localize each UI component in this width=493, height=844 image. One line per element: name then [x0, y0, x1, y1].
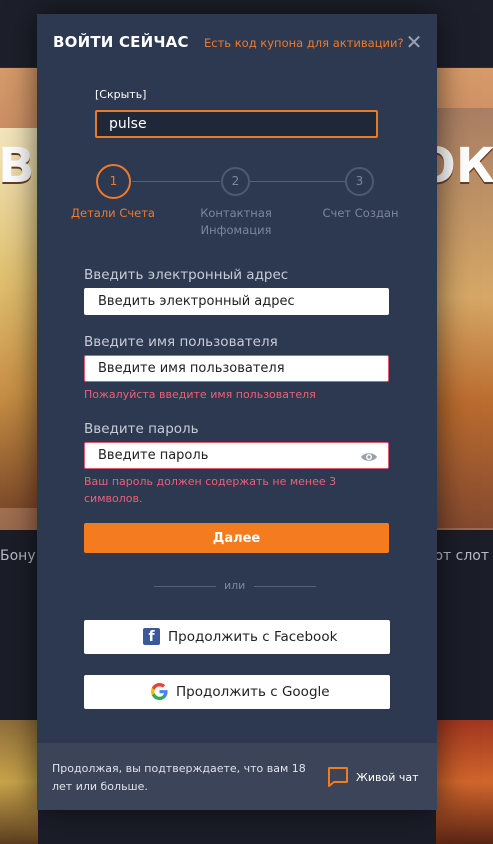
divider-line-left — [154, 586, 216, 587]
google-login-button[interactable]: Продолжить с Google — [84, 675, 390, 709]
modal-footer: Продолжая, вы подтверждаете, что вам 18 … — [37, 743, 437, 810]
game-thumb-left — [0, 720, 38, 844]
email-field[interactable] — [84, 288, 389, 315]
age-disclaimer: Продолжая, вы подтверждаете, что вам 18 … — [52, 762, 306, 793]
step-connector — [250, 181, 345, 182]
chat-bubble-icon — [328, 767, 348, 787]
facebook-button-content: f Продолжить с Facebook — [143, 628, 337, 645]
signup-modal: ВОЙТИ СЕЙЧАС Есть код купона для активац… — [37, 14, 437, 810]
password-label: Введите пароль — [84, 421, 199, 437]
step-3-label: Счет Создан — [322, 206, 399, 220]
game-thumb-right — [436, 720, 493, 844]
username-label: Введите имя пользователя — [84, 334, 278, 350]
email-label: Введить электронный адрес — [84, 267, 289, 283]
step-3-circle: 3 — [345, 167, 374, 196]
step-2-label: Контактная Инфомация — [200, 206, 272, 237]
google-button-content: Продолжить с Google — [151, 683, 330, 700]
facebook-icon: f — [143, 628, 160, 645]
divider-line-right — [254, 586, 316, 587]
coupon-code-link[interactable]: Есть код купона для активации? — [204, 36, 404, 50]
live-chat-link[interactable]: Живой чат — [326, 766, 419, 788]
facebook-button-label: Продолжить с Facebook — [168, 628, 338, 645]
divider-text: или — [224, 579, 246, 592]
banner-text-left: В — [0, 138, 35, 194]
step-2-circle: 2 — [221, 167, 250, 196]
live-chat-label: Живой чат — [356, 770, 419, 784]
facebook-login-button[interactable]: f Продолжить с Facebook — [84, 620, 390, 654]
username-error: Пожалуйста введите имя пользователя — [84, 388, 316, 401]
coupon-input[interactable] — [95, 110, 378, 138]
hide-coupon-link[interactable]: [Скрыть] — [95, 88, 146, 101]
game-caption-left: Бону — [0, 548, 36, 564]
password-field[interactable] — [84, 442, 389, 469]
modal-title: ВОЙТИ СЕЙЧАС — [53, 33, 189, 51]
modal-header: ВОЙТИ СЕЙЧАС Есть код купона для активац… — [37, 14, 437, 72]
step-1-label: Детали Счета — [71, 206, 155, 220]
password-error: Ваш пароль должен содержать не менее 3 с… — [84, 475, 337, 505]
close-icon[interactable]: ✕ — [403, 31, 425, 53]
step-1-circle: 1 — [96, 164, 131, 199]
step-connector — [132, 181, 220, 182]
next-button[interactable]: Далее — [84, 523, 389, 553]
google-button-label: Продолжить с Google — [176, 683, 330, 700]
eye-icon[interactable] — [360, 451, 378, 463]
username-field[interactable] — [84, 355, 389, 382]
google-icon — [151, 683, 168, 700]
